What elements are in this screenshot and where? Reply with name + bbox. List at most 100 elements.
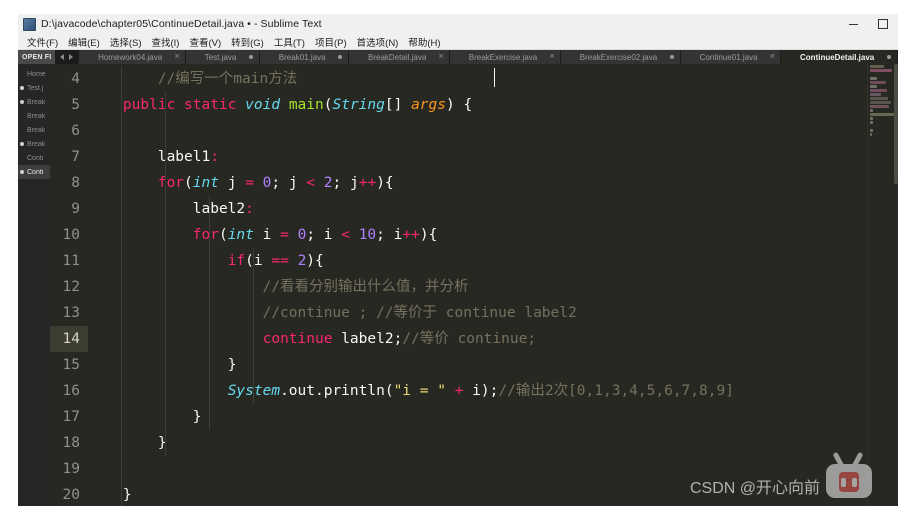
close-icon[interactable]: ✕ [174,54,180,61]
line-number-gutter: 4 5 6 7 8 9 10 11 12 13 14 15 16 17 18 1… [50,64,88,506]
tab-breakexercise[interactable]: BreakExercise.java ✕ [450,50,562,64]
sidebar-item-break01[interactable]: Break [18,95,50,109]
tab-breakdetail[interactable]: BreakDetail.java ✕ [349,50,451,64]
tab-break01[interactable]: Break01.java [260,50,350,64]
tab-prev-arrow-icon[interactable] [60,54,65,60]
minimap-row [870,85,877,88]
code-line-5: public static void main(String[] args) { [122,97,473,113]
line-number: 5 [71,97,80,113]
tab-label: BreakExercise02.java [579,52,658,62]
vertical-scrollbar[interactable] [894,64,898,506]
window-title: D:\javacode\chapter05\ContinueDetail.jav… [41,18,322,30]
workspace: Home Test.j Break Break Break Break Cont… [18,64,898,506]
tab-label: Homework04.java [98,52,163,62]
comment-token: //编写一个main方法 [88,71,298,87]
sublime-window: D:\javacode\chapter05\ContinueDetail.jav… [18,14,898,506]
scrollbar-thumb[interactable] [894,64,898,184]
indent-guide [165,92,166,456]
screenshot-root: D:\javacode\chapter05\ContinueDetail.jav… [0,0,916,520]
modified-dot-icon [669,55,674,59]
tab-next-arrow-icon[interactable] [69,54,74,60]
code-line-17: } [192,409,202,425]
minimap-row [870,69,892,72]
line-number: 16 [62,383,80,399]
menu-item-edit[interactable]: 编辑(E) [63,35,105,49]
menu-item-goto[interactable]: 转到(G) [226,35,269,49]
close-icon[interactable]: ✕ [549,54,555,61]
minimap-row [870,121,873,124]
maximize-button[interactable] [868,14,898,34]
tab-test[interactable]: Test.java [185,50,261,64]
line-number: 17 [62,409,80,425]
tab-homework04[interactable]: Homework04.java ✕ [79,50,186,64]
code-line-13: //continue ; //等价于 continue label2 [88,305,577,321]
line-number: 13 [62,305,80,321]
menu-bar: 文件(F) 编辑(E) 选择(S) 查找(I) 查看(V) 转到(G) 工具(T… [18,34,898,50]
sidebar-item-test[interactable]: Test.j [18,81,50,95]
line-number: 4 [71,71,80,87]
menu-item-project[interactable]: 项目(P) [310,35,352,49]
line-number: 19 [62,461,80,477]
menu-item-view[interactable]: 查看(V) [184,35,226,49]
sidebar-item-continuedetail[interactable]: Conti [18,165,50,179]
minimap-row [870,81,886,84]
menu-item-preferences[interactable]: 首选项(N) [352,35,404,49]
line-number: 7 [71,149,80,165]
title-bar: D:\javacode\chapter05\ContinueDetail.jav… [18,14,898,34]
indent-guide [121,66,122,506]
menu-item-tools[interactable]: 工具(T) [269,35,310,49]
modified-dot-icon [20,86,24,90]
menu-item-help[interactable]: 帮助(H) [403,35,445,49]
tab-strip: Homework04.java ✕ Test.java Break01.java … [79,50,898,64]
sidebar-item-breakdetail[interactable]: Break [18,109,50,123]
modified-dot-icon [249,55,254,59]
minimap-row [870,101,891,104]
file-dot-icon [20,156,24,160]
sublime-text-icon [23,17,36,31]
minimap-row [870,109,873,112]
sidebar-item-breakexercise[interactable]: Break [18,123,50,137]
tab-label: BreakDetail.java [368,52,427,62]
tab-label: Test.java [204,52,237,62]
tab-nav-arrows [55,50,80,64]
code-line-10: for(int i = 0; i < 10; i++){ [192,227,438,243]
code-editor[interactable]: 4 5 6 7 8 9 10 11 12 13 14 15 16 17 18 1… [50,64,898,506]
minimize-button[interactable] [838,14,868,34]
tab-continuedetail[interactable]: ContinueDetail.java [781,50,898,64]
code-content[interactable]: //编写一个main方法 public static void main(Str… [88,64,867,506]
menu-item-file[interactable]: 文件(F) [22,35,63,49]
tab-label: BreakExercise.java [468,52,538,62]
open-files-label: OPEN FI [18,50,56,64]
sidebar-open-files: Home Test.j Break Break Break Break Cont… [18,64,50,506]
tab-breakexercise02[interactable]: BreakExercise02.java [561,50,681,64]
line-number: 10 [62,227,80,243]
tab-continue01[interactable]: Continue01.java ✕ [680,50,782,64]
tab-label: ContinueDetail.java [800,52,875,62]
code-line-14: continue label2;//等价 continue; [88,68,867,352]
sidebar-item-breakexercise02[interactable]: Break [18,137,50,151]
code-line-7: label1: [157,149,219,165]
code-line-18: } [157,435,167,451]
modified-dot-icon [20,100,24,104]
file-dot-icon [20,128,24,132]
modified-dot-icon [887,55,892,59]
sidebar-item-continue01[interactable]: Conti [18,151,50,165]
menu-item-selection[interactable]: 选择(S) [105,35,147,49]
close-icon[interactable]: ✕ [438,54,444,61]
menu-item-find[interactable]: 查找(I) [146,35,184,49]
minimap-row [870,97,888,100]
file-dot-icon [20,72,24,76]
close-icon[interactable]: ✕ [769,54,775,61]
minimap-row [870,113,894,116]
code-line-16: System.out.println("i = " + i);//输出2次[0,… [228,383,734,399]
code-line-8: for(int j = 0; j < 2; j++){ [157,175,394,191]
line-number: 12 [62,279,80,295]
sidebar-item-homework04[interactable]: Home [18,67,50,81]
file-dot-icon [20,114,24,118]
minimap[interactable] [867,64,898,506]
code-line-20: } [122,487,132,503]
code-line-15: } [227,357,237,373]
minimap-row [870,129,873,132]
